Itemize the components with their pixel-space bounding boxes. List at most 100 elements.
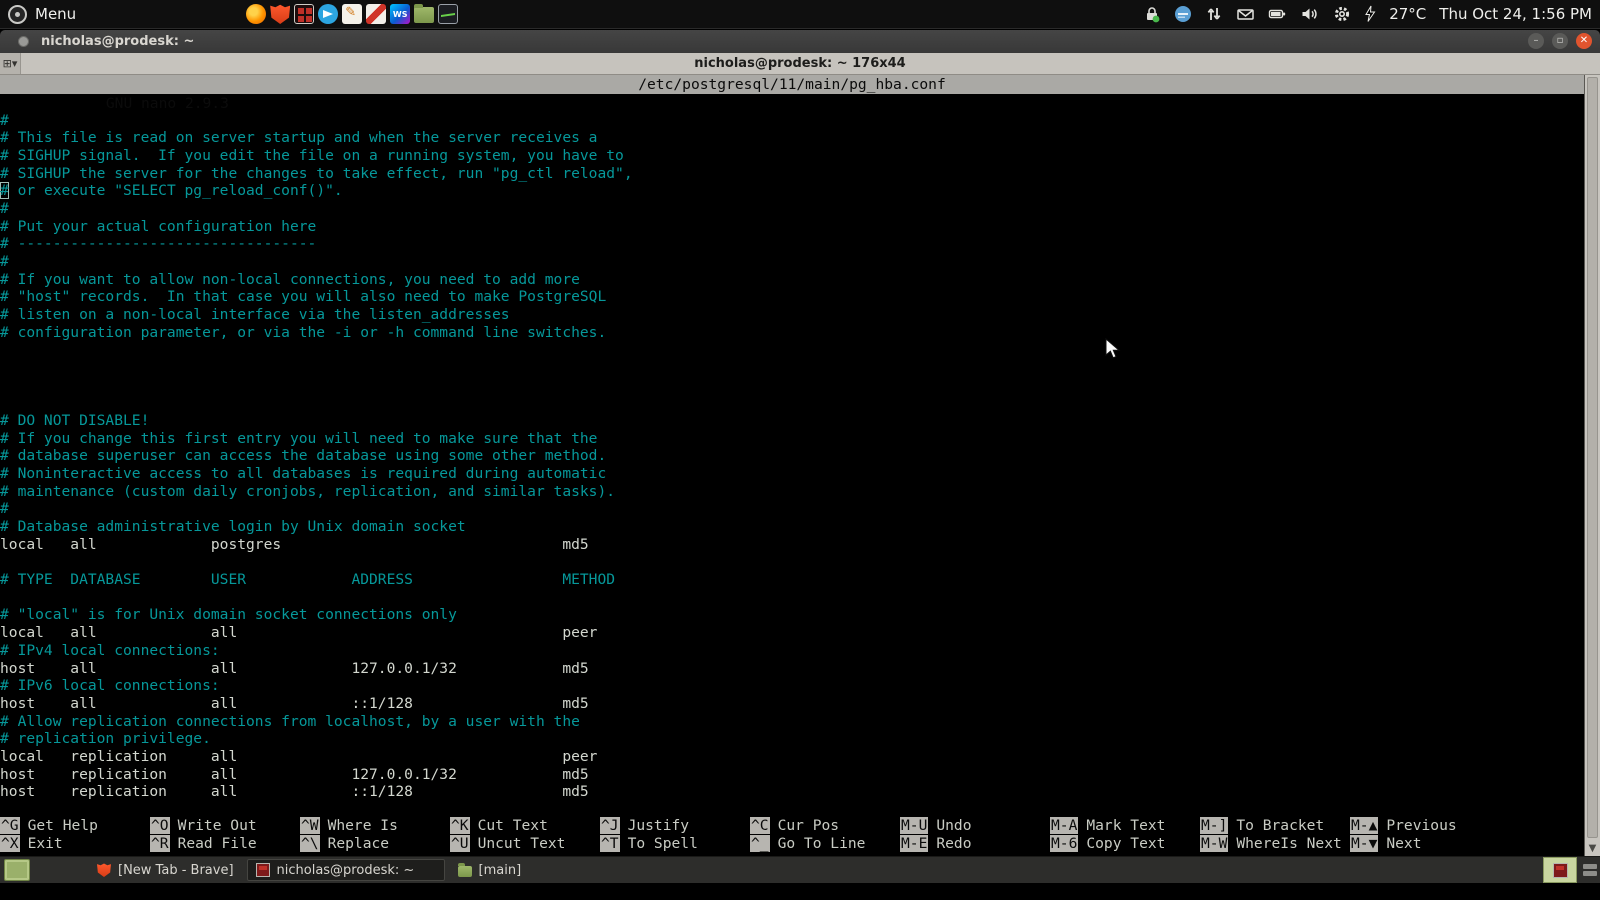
nano-shortcut: ^CCur Pos (750, 817, 900, 835)
shortcut-label: Undo (936, 817, 971, 834)
file-line: local all all peer (0, 624, 1584, 642)
mouse-cursor (1105, 338, 1121, 360)
window-titlebar[interactable]: nicholas@prodesk: ~ – ▫ ✕ (0, 30, 1600, 53)
file-line: # Database administrative login by Unix … (0, 518, 1584, 536)
shortcut-label: Get Help (28, 817, 98, 834)
file-line: # maintenance (custom daily cronjobs, re… (0, 483, 1584, 501)
taskbar-item-label: [main] (479, 863, 522, 878)
file-line: local all postgres md5 (0, 536, 1584, 554)
file-line: # or execute "SELECT pg_reload_conf()". (0, 182, 1584, 200)
webstorm-icon[interactable] (390, 4, 410, 24)
file-line: # (0, 112, 1584, 130)
battery-icon[interactable] (1268, 5, 1287, 23)
taskbar-item[interactable]: [main] (449, 859, 531, 881)
file-line: # (0, 200, 1584, 218)
panel-corner-icon[interactable] (1583, 861, 1597, 879)
shortcut-label: Write Out (178, 817, 257, 834)
volume-icon[interactable] (1300, 5, 1320, 23)
file-line: local replication all peer (0, 748, 1584, 766)
clock[interactable]: Thu Oct 24, 1:56 PM (1439, 5, 1592, 23)
shortcut-key: ^K (450, 817, 470, 834)
shortcut-key: ^O (150, 817, 170, 834)
system-monitor-icon[interactable] (438, 4, 458, 24)
red-grid-app-icon[interactable] (294, 4, 314, 24)
shortcut-key: ^W (300, 817, 320, 834)
file-manager-icon[interactable] (414, 7, 434, 23)
shortcut-key: M-] (1200, 817, 1228, 834)
nano-shortcut: ^GGet Help (0, 817, 150, 835)
shortcut-key: M-A (1050, 817, 1078, 834)
nano-shortcut: ^XExit (0, 835, 150, 853)
launcher-icons (246, 4, 458, 24)
top-panel: Menu (0, 0, 1600, 29)
scrollbar-thumb[interactable] (1587, 77, 1598, 838)
shortcut-label: Cur Pos (778, 817, 840, 834)
nano-shortcut: ^_Go To Line (750, 835, 900, 853)
shortcut-key: ^X (0, 835, 20, 852)
file-line: # IPv6 local connections: (0, 677, 1584, 695)
file-line (0, 589, 1584, 607)
nano-file-path: /etc/postgresql/11/main/pg_hba.conf (0, 75, 1584, 94)
temperature-readout[interactable]: 27°C (1389, 5, 1426, 23)
text-editor-icon[interactable] (342, 4, 362, 24)
nano-shortcut: ^TTo Spell (600, 835, 750, 853)
file-line: host all all ::1/128 md5 (0, 695, 1584, 713)
folder-icon (458, 866, 472, 877)
red-swoosh-app-icon[interactable] (366, 4, 386, 24)
file-line: # Put your actual configuration here (0, 218, 1584, 236)
shortcut-key: M-W (1200, 835, 1228, 852)
nano-shortcut: M-]To Bracket (1200, 817, 1350, 835)
file-line: # If you want to allow non-local connect… (0, 271, 1584, 289)
telegram-icon[interactable] (318, 4, 338, 24)
terminal-content[interactable]: GNU nano 2.9.3 /etc/postgresql/11/main/p… (0, 75, 1584, 856)
terminator-tab-bar: ⊞▾ nicholas@prodesk: ~ 176x44 (0, 53, 1600, 75)
menu-button[interactable]: Menu (0, 0, 86, 28)
nano-shortcut: M-WWhereIs Next (1200, 835, 1350, 853)
close-button[interactable]: ✕ (1576, 33, 1592, 49)
show-desktop-button[interactable] (4, 859, 30, 881)
file-line: # (0, 253, 1584, 271)
taskbar: [New Tab - Brave] nicholas@prodesk: ~ [mai… (0, 856, 1600, 883)
terminal-scrollbar[interactable]: ▼ (1584, 75, 1600, 856)
file-line: # ---------------------------------- (0, 235, 1584, 253)
taskbar-item-label: nicholas@prodesk: ~ (277, 863, 415, 878)
shortcut-label: Cut Text (478, 817, 548, 834)
brave-icon[interactable] (270, 4, 290, 24)
firefox-icon[interactable] (246, 4, 266, 24)
file-line: # SIGHUP the server for the changes to t… (0, 165, 1584, 183)
network-traffic-icon[interactable] (1205, 5, 1223, 23)
keyring-lock-icon[interactable] (1143, 5, 1161, 23)
scrollbar-down-arrow-icon[interactable]: ▼ (1585, 841, 1600, 856)
file-line (0, 394, 1584, 412)
file-line: # If you change this first entry you wil… (0, 430, 1584, 448)
shortcut-key: ^U (450, 835, 470, 852)
terminal-tab-title[interactable]: nicholas@prodesk: ~ 176x44 (0, 56, 1600, 71)
minimize-button[interactable]: – (1528, 33, 1544, 49)
mail-icon[interactable] (1236, 5, 1255, 23)
nano-shortcut: ^WWhere Is (300, 817, 450, 835)
shortcut-label: Go To Line (778, 835, 866, 852)
terminal: GNU nano 2.9.3 /etc/postgresql/11/main/p… (0, 75, 1600, 856)
terminal-window: nicholas@prodesk: ~ – ▫ ✕ ⊞▾ nicholas@pr… (0, 30, 1600, 855)
nano-shortcut: ^O Write Out (150, 817, 300, 835)
taskbar-terminal-indicator[interactable] (1543, 857, 1577, 883)
taskbar-item[interactable]: [New Tab - Brave] (88, 859, 243, 881)
maximize-button[interactable]: ▫ (1552, 33, 1568, 49)
file-line (0, 94, 1584, 112)
weather-bolt-icon[interactable] (1364, 5, 1376, 23)
shortcut-label: To Spell (628, 835, 698, 852)
nano-shortcut-bar: ^GGet Help^O Write Out ^WWhere Is^K Cut Tex… (0, 801, 1584, 856)
file-line: # Allow replication connections from loc… (0, 713, 1584, 731)
file-line: # Noninteractive access to all databases… (0, 465, 1584, 483)
nano-shortcut: ^U Uncut Text (450, 835, 600, 853)
nano-shortcuts-row2: ^XExit^RRead File^\Replace^UUncut Text^T… (0, 835, 1584, 853)
nano-shortcut: M-ERedo (900, 835, 1050, 853)
taskbar-item[interactable]: nicholas@prodesk: ~ (247, 859, 445, 881)
desktop: Menu (0, 0, 1600, 900)
software-updater-icon[interactable] (1174, 5, 1192, 23)
nano-shortcut: ^J Justify (600, 817, 750, 835)
shortcut-key: ^J (600, 817, 620, 834)
shortcut-label: Uncut Text (478, 835, 566, 852)
shortcut-label: Justify (628, 817, 690, 834)
settings-gear-icon[interactable] (1333, 5, 1351, 23)
